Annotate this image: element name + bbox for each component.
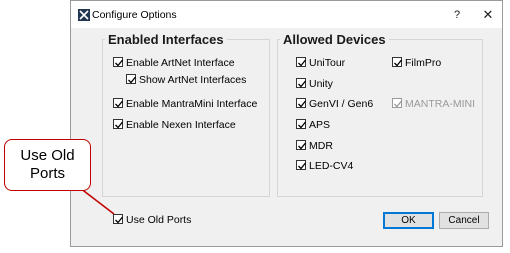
enable-nexen-checkbox[interactable]: Enable Nexen Interface (113, 119, 236, 131)
checkbox-label: UniTour (309, 57, 346, 69)
checkbox-box (296, 78, 307, 89)
checkbox-label: GenVI / Gen6 (309, 98, 374, 110)
checkbox-box (113, 214, 124, 225)
checkbox-label: Unity (309, 78, 333, 90)
checkbox-box (392, 98, 403, 109)
enable-mantramini-checkbox[interactable]: Enable MantraMini Interface (113, 98, 257, 110)
checkbox-label: Enable MantraMini Interface (126, 98, 258, 110)
checkbox-box (296, 57, 307, 68)
device-mdr-checkbox[interactable]: MDR (296, 140, 333, 152)
use-old-ports-checkbox[interactable]: Use Old Ports (113, 214, 191, 226)
allowed-devices-heading: Allowed Devices (280, 32, 389, 47)
checkbox-box (113, 98, 124, 109)
device-genvi-checkbox[interactable]: GenVI / Gen6 (296, 98, 373, 110)
close-button[interactable]: ✕ (474, 4, 502, 26)
checkbox-box (296, 98, 307, 109)
checkbox-label: MANTRA-MINI (405, 98, 475, 110)
configure-options-dialog: Configure Options ? ✕ Enabled Interfaces… (70, 0, 503, 247)
checkbox-label: APS (309, 119, 331, 131)
ok-button[interactable]: OK (383, 212, 434, 229)
device-led-cv4-checkbox[interactable]: LED-CV4 (296, 160, 353, 172)
checkbox-label: LED-CV4 (309, 160, 354, 172)
enabled-interfaces-heading: Enabled Interfaces (105, 32, 227, 47)
checkbox-box (296, 140, 307, 151)
show-artnet-interfaces-checkbox[interactable]: Show ArtNet Interfaces (126, 74, 246, 86)
help-button[interactable]: ? (443, 4, 471, 26)
device-filmpro-checkbox[interactable]: FilmPro (392, 57, 441, 69)
checkbox-label: Use Old Ports (126, 214, 192, 226)
device-unitour-checkbox[interactable]: UniTour (296, 57, 345, 69)
device-aps-checkbox[interactable]: APS (296, 119, 330, 131)
callout-line-2: Ports (29, 165, 65, 182)
checkbox-label: MDR (309, 140, 333, 152)
checkbox-box (126, 74, 137, 85)
checkbox-box (113, 57, 124, 68)
app-icon (78, 9, 90, 21)
device-mantra-mini-checkbox[interactable]: MANTRA-MINI (392, 98, 475, 110)
checkbox-box (392, 57, 403, 68)
callout-line-1: Use Old (20, 147, 75, 164)
enable-artnet-checkbox[interactable]: Enable ArtNet Interface (113, 57, 235, 69)
checkbox-label: Show ArtNet Interfaces (139, 74, 247, 86)
checkbox-label: FilmPro (405, 57, 442, 69)
use-old-ports-callout: Use Old Ports (4, 139, 91, 191)
title-bar[interactable]: Configure Options ? ✕ (71, 1, 502, 28)
device-unity-checkbox[interactable]: Unity (296, 78, 333, 90)
checkbox-box (296, 160, 307, 171)
window-title: Configure Options (92, 9, 177, 21)
checkbox-label: Enable ArtNet Interface (126, 57, 235, 69)
checkbox-box (296, 119, 307, 130)
cancel-button[interactable]: Cancel (439, 212, 489, 229)
checkbox-box (113, 119, 124, 130)
checkbox-label: Enable Nexen Interface (126, 119, 236, 131)
